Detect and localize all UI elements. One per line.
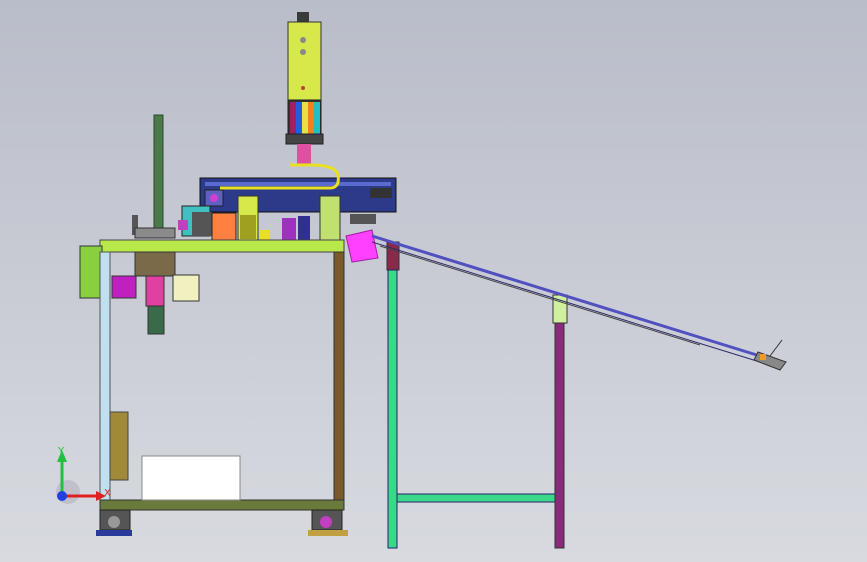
right-caster[interactable] — [308, 509, 348, 536]
z-axis-dot — [57, 491, 67, 501]
cad-viewport[interactable]: Y X — [0, 0, 867, 562]
x-axis-label: X — [104, 488, 111, 499]
under-table-components[interactable] — [111, 251, 200, 335]
machine-assembly-drawing: Y X — [56, 12, 787, 549]
side-motor[interactable] — [79, 245, 103, 299]
feed-rail-assembly[interactable] — [199, 163, 397, 213]
left-caster[interactable] — [96, 509, 132, 536]
table-top[interactable] — [99, 239, 345, 253]
main-frame[interactable] — [99, 251, 345, 511]
table-top-components[interactable] — [132, 195, 376, 243]
y-axis-label: Y — [57, 446, 65, 457]
vertical-mast[interactable] — [153, 114, 164, 231]
pneumatic-cylinder[interactable] — [285, 12, 324, 164]
